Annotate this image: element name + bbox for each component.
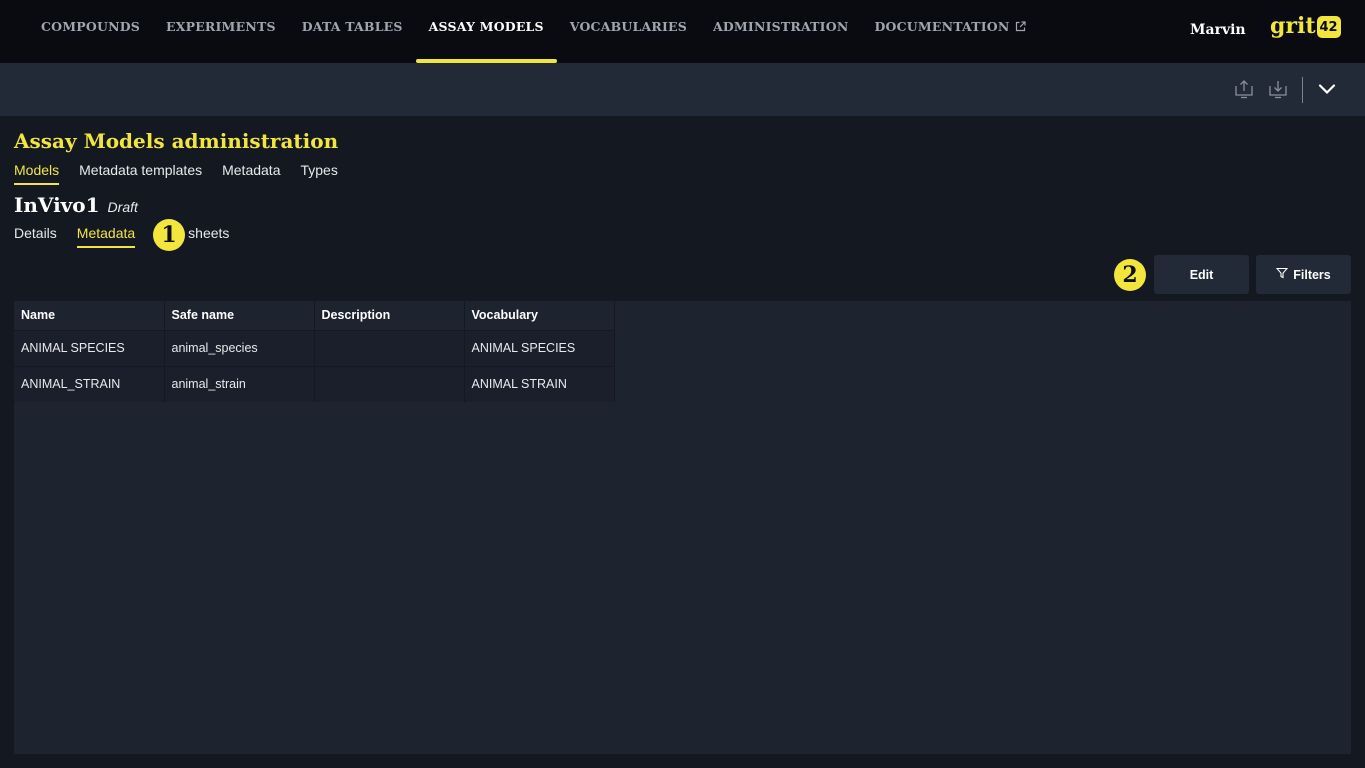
edit-button[interactable]: Edit [1154,255,1249,294]
column-header-name[interactable]: Name [14,301,165,330]
table-cell[interactable] [314,329,465,366]
annotation-marker-2: 2 [1114,259,1146,291]
table-cell[interactable]: ANIMAL SPECIES [14,329,165,366]
filter-icon [1276,267,1289,282]
entity-header: InVivo1 Draft [14,193,138,217]
chevron-down-icon[interactable] [1315,77,1339,101]
nav-data-tables-label: DATA TABLES [301,19,403,34]
nav-data-tables[interactable]: DATA TABLES [289,0,416,63]
table-cell[interactable]: ANIMAL STRAIN [464,365,615,402]
main-nav: COMPOUNDS EXPERIMENTS DATA TABLES ASSAY … [28,0,1039,63]
nav-documentation[interactable]: DOCUMENTATION [861,0,1038,63]
page-title: Assay Models administration [14,129,339,153]
nav-assay-models[interactable]: ASSAY MODELS [415,0,557,63]
nav-compounds[interactable]: COMPOUNDS [28,0,153,63]
top-navigation-bar: COMPOUNDS EXPERIMENTS DATA TABLES ASSAY … [0,0,1365,63]
table-header-row: Name Safe name Description Vocabulary [14,301,615,330]
nav-documentation-label: DOCUMENTATION [874,19,1010,34]
tab-types[interactable]: Types [300,162,337,185]
external-link-icon [1015,21,1026,32]
column-header-safe-name[interactable]: Safe name [164,301,315,330]
logo-badge: 42 [1316,16,1341,38]
upload-icon[interactable] [1232,77,1256,101]
toolbar-divider [1302,77,1303,103]
table-row[interactable]: ANIMAL_STRAIN animal_strain ANIMAL STRAI… [14,365,615,402]
entity-status: Draft [107,199,138,215]
column-header-description[interactable]: Description [314,301,465,330]
nav-administration-label: ADMINISTRATION [712,19,849,34]
nav-vocabularies-label: VOCABULARIES [569,19,687,34]
annotation-marker-1: 1 [153,219,185,251]
table-cell[interactable]: animal_strain [164,365,315,402]
entity-tabs: Details Metadata sheets [14,225,229,248]
logo-text: grit [1270,13,1316,39]
entity-name: InVivo1 [14,193,100,217]
nav-assay-models-label: ASSAY MODELS [428,19,544,34]
tab-metadata-templates[interactable]: Metadata templates [79,162,202,185]
tab-models[interactable]: Models [14,162,60,185]
tab-metadata[interactable]: Metadata [222,162,280,185]
nav-vocabularies[interactable]: VOCABULARIES [557,0,700,63]
table-row[interactable]: ANIMAL SPECIES animal_species ANIMAL SPE… [14,329,615,366]
table-cell[interactable]: ANIMAL_STRAIN [14,365,165,402]
filters-button[interactable]: Filters [1256,255,1351,294]
nav-experiments[interactable]: EXPERIMENTS [153,0,289,63]
tab-entity-metadata[interactable]: Metadata [76,225,136,248]
table-cell[interactable]: animal_species [164,329,315,366]
tab-data-sheets[interactable]: sheets [188,225,229,248]
app-logo[interactable]: grit 42 [1270,14,1341,38]
edit-button-label: Edit [1189,267,1214,282]
admin-tabs: Models Metadata templates Metadata Types [14,162,338,185]
table-cell[interactable]: ANIMAL SPECIES [464,329,615,366]
filters-button-label: Filters [1293,267,1331,282]
metadata-grid: Name Safe name Description Vocabulary AN… [14,301,615,402]
metadata-table: Name Safe name Description Vocabulary AN… [14,301,1351,754]
nav-administration[interactable]: ADMINISTRATION [700,0,862,63]
table-cell[interactable] [314,365,465,402]
toolbar [0,63,1365,116]
nav-experiments-label: EXPERIMENTS [165,19,276,34]
nav-compounds-label: COMPOUNDS [41,19,140,34]
tab-details[interactable]: Details [14,225,57,248]
user-menu[interactable]: Marvin [1190,22,1246,38]
column-header-vocabulary[interactable]: Vocabulary [464,301,615,330]
download-icon[interactable] [1266,77,1290,101]
